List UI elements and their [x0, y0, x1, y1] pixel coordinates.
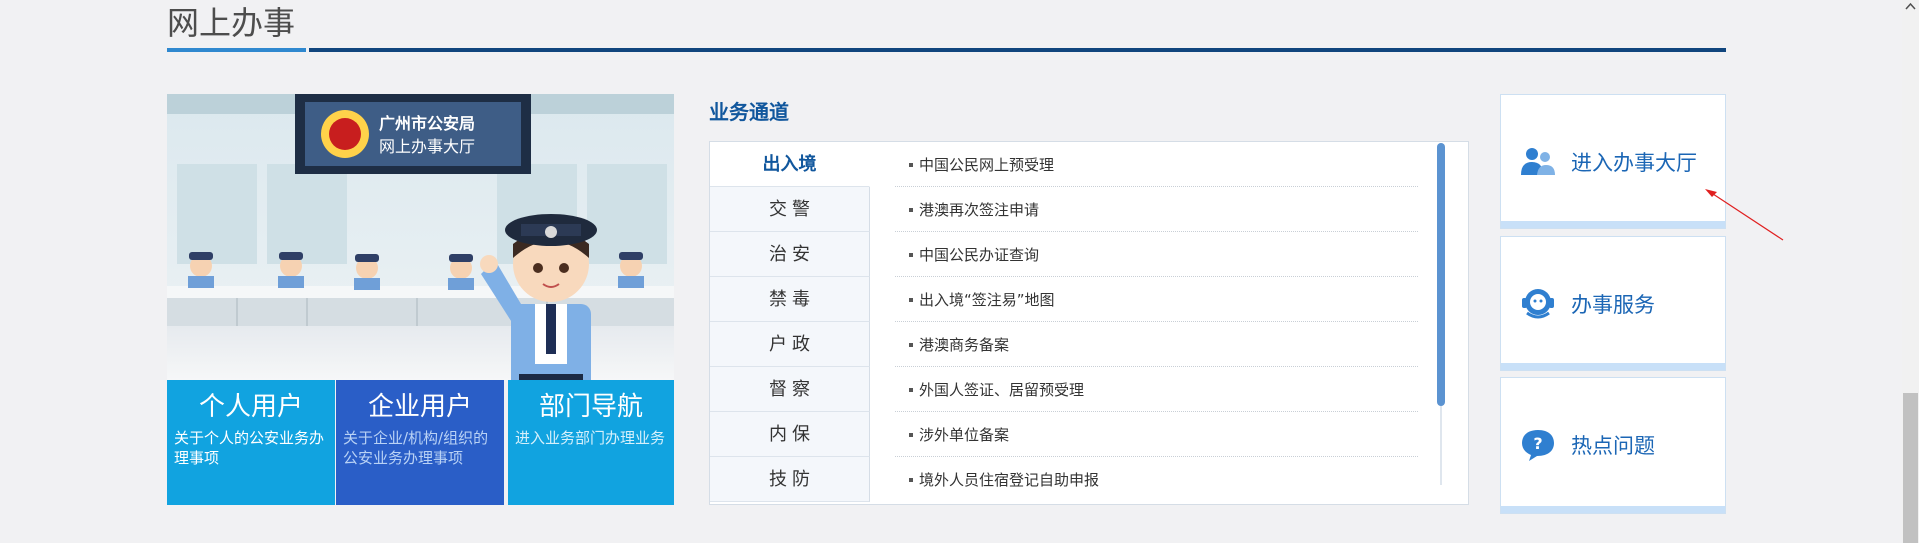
enterprise-user-tile[interactable]: 企业用户 关于企业/机构/组织的公安业务办理事项 — [336, 380, 504, 505]
service-link[interactable]: 境外人员住宿登记自助申报 — [895, 457, 1418, 502]
tab-internal-security[interactable]: 内保 — [710, 412, 870, 457]
service-link-label: 外国人签证、居留预受理 — [919, 381, 1085, 399]
sign-line-2: 网上办事大厅 — [379, 137, 475, 156]
tab-inspection[interactable]: 督察 — [710, 367, 870, 412]
service-link-label: 境外人员住宿登记自助申报 — [919, 471, 1100, 489]
users-icon — [1521, 148, 1555, 175]
service-link[interactable]: 出入境“签注易”地图 — [895, 277, 1418, 322]
tab-label-char: 毒 — [792, 289, 810, 310]
tab-traffic-police[interactable]: 交警 — [710, 187, 870, 232]
department-nav-desc: 进入业务部门办理业务 — [515, 429, 666, 447]
services-label: 办事服务 — [1571, 293, 1655, 317]
department-nav-title: 部门导航 — [538, 392, 643, 422]
category-tab-list: 出入境 交警 治安 禁毒 户政 督察 内保 技防 — [710, 142, 870, 502]
tab-label-char: 安 — [792, 244, 810, 265]
service-list-scroll-thumb[interactable] — [1437, 143, 1445, 406]
service-link[interactable]: 涉外单位备案 — [895, 412, 1418, 457]
tab-household[interactable]: 户政 — [710, 322, 870, 367]
tab-label-char: 户 — [769, 334, 787, 355]
personal-user-desc: 关于个人的公安业务办理事项 — [174, 429, 325, 467]
enter-service-hall-label: 进入办事大厅 — [1571, 151, 1697, 175]
service-link[interactable]: 中国公民网上预受理 — [895, 142, 1418, 187]
tab-tech-defense[interactable]: 技防 — [710, 457, 870, 502]
tab-label: 出入境 — [762, 154, 817, 175]
department-nav-tile[interactable]: 部门导航 进入业务部门办理业务 — [508, 380, 674, 505]
title-underline-gap — [306, 48, 309, 52]
service-link-label: 出入境“签注易”地图 — [919, 291, 1055, 309]
service-link-label: 中国公民网上预受理 — [919, 156, 1055, 174]
tab-label-char: 内 — [769, 424, 787, 445]
hot-questions-label: 热点问题 — [1571, 434, 1655, 458]
tab-label-char: 政 — [792, 334, 810, 355]
tab-label-char: 防 — [792, 469, 810, 490]
hot-questions-card[interactable]: ? 热点问题 — [1500, 377, 1726, 514]
tab-label-char: 技 — [769, 469, 787, 490]
svg-text:?: ? — [1533, 434, 1542, 453]
tab-label-char: 警 — [792, 199, 810, 220]
tab-label-char: 禁 — [769, 289, 787, 310]
service-link-list: 中国公民网上预受理 港澳再次签注申请 中国公民办证查询 出入境“签注易”地图 港… — [895, 142, 1418, 502]
business-channel-heading: 业务通道 — [709, 100, 789, 124]
service-hall-illustration: 广州市公安局 网上办事大厅 — [167, 94, 674, 380]
tab-label-char: 察 — [792, 379, 810, 400]
enter-service-hall-card[interactable]: 进入办事大厅 — [1500, 94, 1726, 229]
question-bubble-icon: ? — [1522, 430, 1554, 461]
tab-anti-drug[interactable]: 禁毒 — [710, 277, 870, 322]
service-link[interactable]: 外国人签证、居留预受理 — [895, 367, 1418, 412]
service-link[interactable]: 港澳商务备案 — [895, 322, 1418, 367]
service-link-label: 港澳商务备案 — [919, 336, 1010, 354]
service-link[interactable]: 港澳再次签注申请 — [895, 187, 1418, 232]
tab-label-char: 保 — [792, 424, 810, 445]
personal-user-title: 个人用户 — [198, 392, 303, 422]
title-underline-accent — [167, 48, 306, 52]
tab-label-char: 交 — [769, 199, 787, 220]
service-link[interactable]: 中国公民办证查询 — [895, 232, 1418, 277]
annotation-arrow — [1705, 189, 1784, 241]
tab-label-char: 治 — [769, 244, 787, 265]
service-link-label: 涉外单位备案 — [919, 426, 1010, 444]
scroll-up-arrow-icon[interactable] — [1902, 0, 1919, 14]
service-link-label: 港澳再次签注申请 — [919, 201, 1040, 219]
personal-user-tile[interactable]: 个人用户 关于个人的公安业务办理事项 — [167, 380, 335, 505]
title-underline — [167, 48, 1726, 52]
tab-public-security[interactable]: 治安 — [710, 232, 870, 277]
service-link-label: 中国公民办证查询 — [919, 246, 1040, 264]
service-agent-icon — [1522, 289, 1554, 319]
section-title: 网上办事 — [167, 4, 296, 42]
enterprise-user-title: 企业用户 — [367, 392, 472, 422]
sign-line-1: 广州市公安局 — [379, 114, 475, 133]
services-card[interactable]: 办事服务 — [1500, 236, 1726, 371]
tab-label-char: 督 — [769, 379, 787, 400]
service-hall-illustration-svg: 广州市公安局 网上办事大厅 — [167, 94, 674, 380]
page-scroll-thumb[interactable] — [1903, 393, 1918, 543]
enterprise-user-desc: 关于企业/机构/组织的公安业务办理事项 — [343, 429, 489, 467]
tab-exit-entry[interactable]: 出入境 — [710, 142, 870, 187]
